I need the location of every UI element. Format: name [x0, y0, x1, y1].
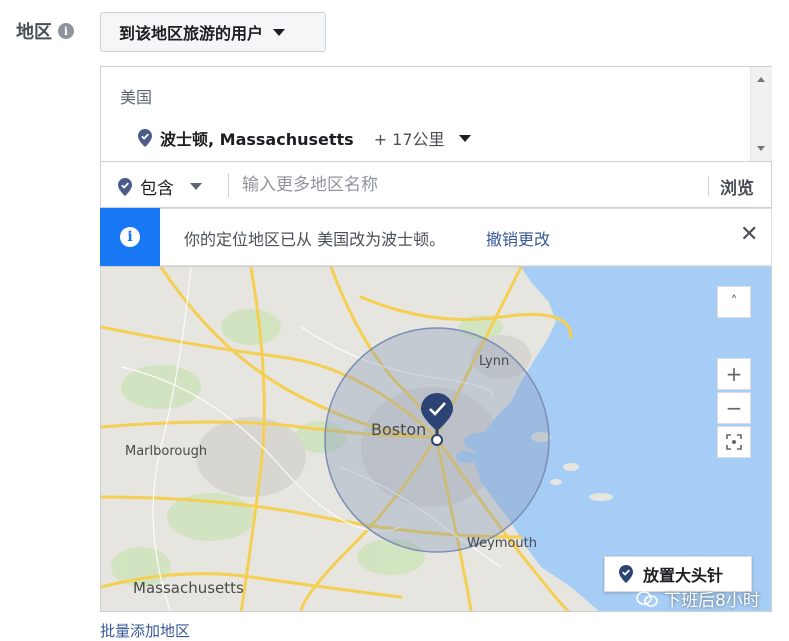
- watermark: 下班后8小时: [636, 586, 760, 611]
- map-label-massachusetts: Massachusetts: [133, 579, 244, 597]
- bulk-add-locations-link[interactable]: 批量添加地区: [100, 620, 190, 641]
- map-label-weymouth: Weymouth: [467, 536, 537, 551]
- notice-icon-box: i: [100, 208, 160, 266]
- drop-pin-label: 放置大头针: [643, 566, 724, 585]
- browse-button[interactable]: 浏览: [720, 174, 754, 199]
- notice-text: 你的定位地区已从 美国改为波士顿。: [184, 230, 446, 249]
- watermark-text: 下班后8小时: [664, 591, 760, 611]
- chevron-down-icon[interactable]: [458, 134, 471, 142]
- divider: [708, 176, 709, 196]
- map-label-marlborough: Marlborough: [125, 444, 207, 459]
- location-pin-icon: [138, 129, 152, 147]
- zoom-in-button[interactable]: +: [717, 358, 751, 390]
- include-label: 包含: [140, 179, 174, 199]
- radius-select[interactable]: + 17公里: [374, 126, 445, 150]
- wechat-icon: [636, 590, 658, 607]
- undo-change-link[interactable]: 撤销更改: [486, 226, 550, 250]
- audience-type-select[interactable]: 到该地区旅游的用户: [100, 12, 326, 52]
- chevron-down-icon: [273, 28, 286, 36]
- map-label-lynn: Lynn: [479, 354, 509, 369]
- close-icon[interactable]: ✕: [740, 222, 758, 247]
- map-label-boston: Boston: [371, 420, 426, 439]
- selected-location-item[interactable]: 波士顿, Massachusetts + 17公里: [138, 126, 471, 150]
- divider: [228, 173, 229, 197]
- region-label: 地区 i: [16, 18, 74, 44]
- location-pin-icon: [118, 177, 132, 196]
- audience-type-label: 到该地区旅游的用户: [119, 24, 264, 43]
- city-name: 波士顿, Massachusetts: [160, 130, 354, 149]
- scroll-up-icon[interactable]: [757, 77, 765, 82]
- info-icon[interactable]: i: [58, 23, 74, 39]
- include-select[interactable]: 包含: [118, 174, 202, 199]
- info-icon: i: [120, 227, 140, 247]
- zoom-out-button[interactable]: −: [717, 392, 751, 424]
- chevron-down-icon: [190, 183, 202, 190]
- location-search-input[interactable]: [234, 170, 710, 200]
- scrollbar[interactable]: [750, 67, 772, 161]
- country-label: 美国: [120, 88, 153, 107]
- scroll-down-icon[interactable]: [757, 146, 765, 151]
- region-label-text: 地区: [16, 22, 52, 43]
- recenter-icon: [726, 434, 742, 450]
- map-collapse-button[interactable]: ˄: [717, 286, 751, 318]
- recenter-button[interactable]: [717, 426, 751, 458]
- location-pin-icon: [619, 565, 633, 583]
